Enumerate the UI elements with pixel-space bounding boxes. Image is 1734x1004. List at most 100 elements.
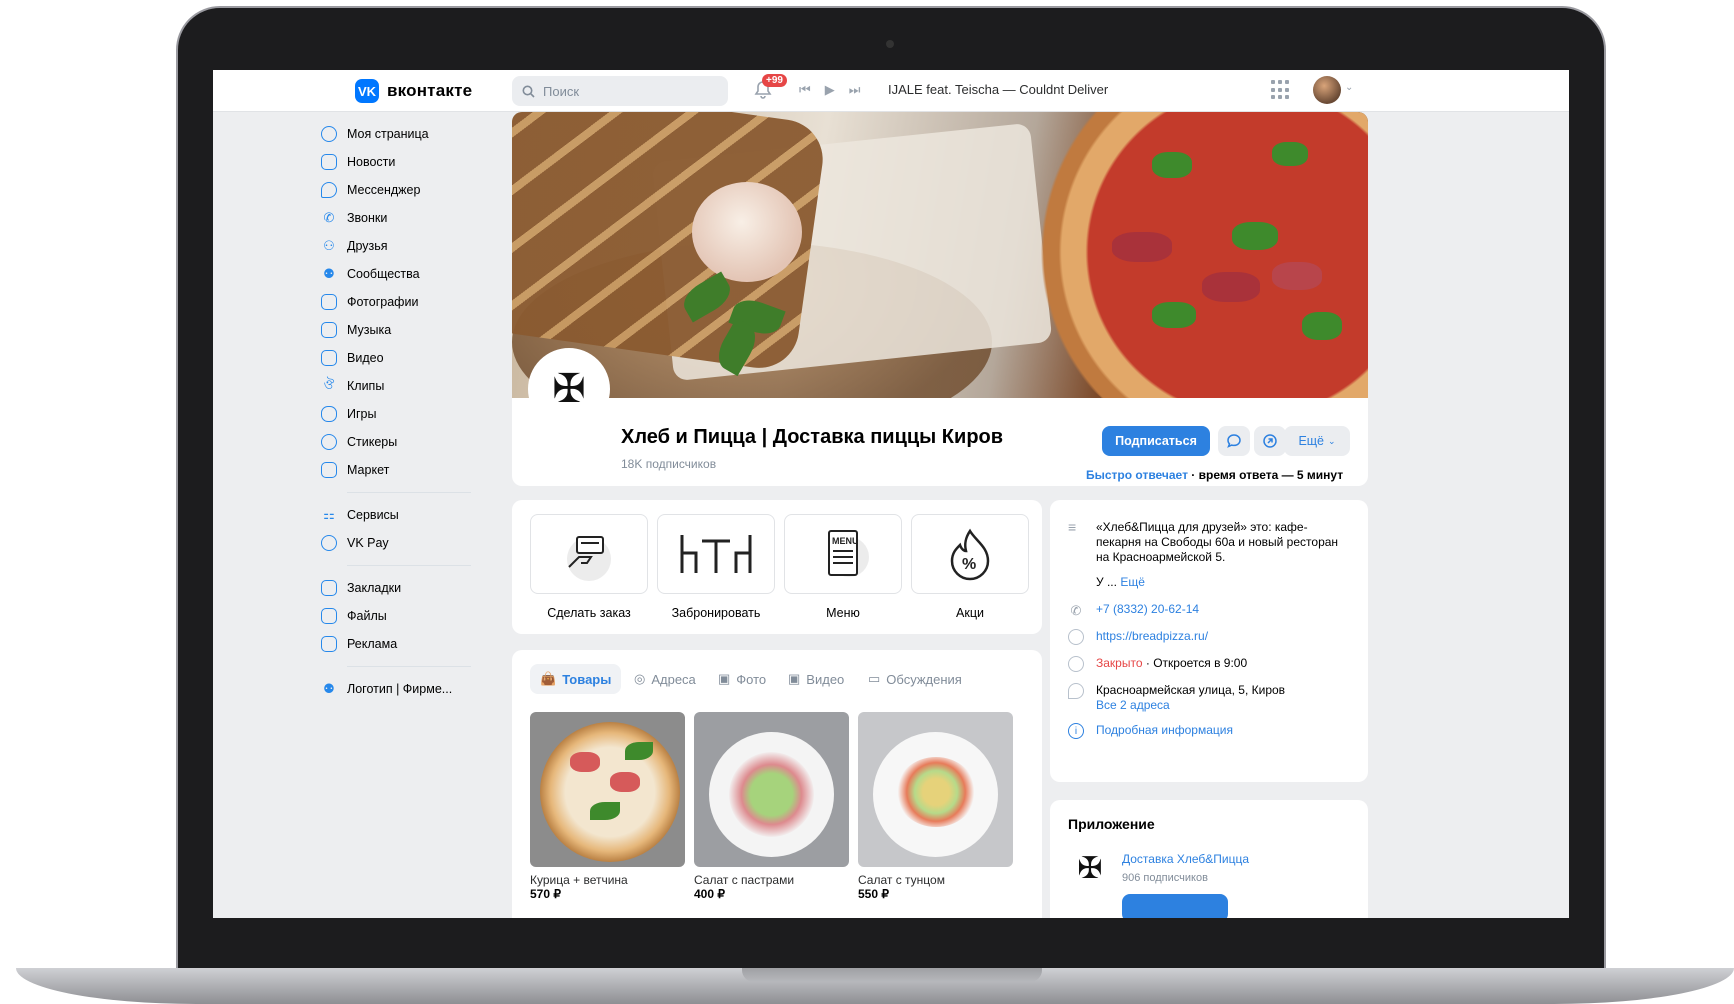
details-link[interactable]: Подробная информация: [1096, 723, 1233, 739]
previous-track-icon[interactable]: ⏮: [799, 82, 811, 98]
description: ≡ «Хлеб&Пицца для друзей» это: кафе-пека…: [1068, 520, 1348, 590]
sidebar-item-label: Реклама: [347, 637, 398, 651]
sidebar-item-games[interactable]: Игры: [321, 400, 471, 428]
search-input[interactable]: Поиск: [512, 76, 728, 106]
product-image: [694, 712, 849, 867]
sidebar-item-news[interactable]: Новости: [321, 148, 471, 176]
content-tabs-card: 👜 Товары ◎ Адреса ▣ Фото ▣ Видео ▭ Обсуждения…: [512, 650, 1042, 918]
communities-icon: ⚉: [323, 266, 335, 281]
sidebar-item-communities[interactable]: ⚉ Сообщества: [321, 260, 471, 288]
product-card[interactable]: Курица + ветчина 570 ₽: [530, 712, 685, 901]
action-order[interactable]: Сделать заказ: [530, 514, 648, 620]
sidebar-divider: [347, 565, 471, 566]
sidebar-item-stickers[interactable]: Стикеры: [321, 428, 471, 456]
gamepad-icon: [321, 406, 337, 422]
product-name: Салат с тунцом: [858, 873, 945, 887]
vk-logo[interactable]: VK вконтакте: [355, 79, 472, 103]
logo-text: вконтакте: [387, 81, 473, 100]
sidebar-item-vkpay[interactable]: VK Pay: [321, 529, 471, 557]
description-more-link[interactable]: Ещё: [1120, 575, 1145, 589]
share-button[interactable]: [1254, 426, 1286, 456]
all-addresses-link[interactable]: Все 2 адреса: [1096, 698, 1170, 712]
sidebar-item-files[interactable]: Файлы: [321, 602, 471, 630]
friends-icon: ⚇: [323, 238, 335, 253]
next-track-icon[interactable]: ⏭: [849, 82, 861, 98]
text-lines-icon: ≡: [1068, 519, 1077, 535]
clock-icon: [1068, 656, 1084, 672]
phone-link[interactable]: +7 (8332) 20-62-14: [1096, 602, 1199, 618]
sidebar-item-ads[interactable]: Реклама: [321, 630, 471, 658]
action-book[interactable]: Забронировать: [657, 514, 775, 620]
sidebar-item-services[interactable]: ⚏ Сервисы: [321, 501, 471, 529]
sidebar-item-label: Мессенджер: [347, 183, 421, 197]
svg-text:%: %: [962, 556, 976, 573]
product-card[interactable]: Салат с пастрами 400 ₽: [694, 712, 849, 901]
sidebar-item-label: Звонки: [347, 211, 388, 225]
status-opens: · Откроется в 9:00: [1145, 656, 1248, 670]
photo-icon: ▣: [718, 671, 731, 686]
group-avatar[interactable]: ✠: [528, 348, 610, 430]
product-price: 570 ₽: [530, 887, 561, 901]
page-title: Хлеб и Пицца | Доставка пиццы Киров: [621, 426, 1004, 448]
actions-card: Сделать заказ Забронировать MENU Меню % …: [512, 500, 1042, 634]
hours-row: Закрыто · Откроется в 9:00: [1068, 656, 1247, 672]
phone-row[interactable]: ✆ +7 (8332) 20-62-14: [1068, 602, 1200, 618]
product-image: [858, 712, 1013, 867]
details-row[interactable]: i Подробная информация: [1068, 723, 1233, 739]
sidebar-item-music[interactable]: Музыка: [321, 316, 471, 344]
tab-addresses[interactable]: ◎ Адреса: [624, 664, 706, 694]
action-label: Акци: [956, 606, 984, 620]
chevron-down-icon[interactable]: ⌄: [1345, 82, 1353, 93]
search-placeholder: Поиск: [543, 83, 580, 99]
tab-label: Адреса: [651, 671, 696, 687]
more-label: Ещё: [1298, 434, 1325, 448]
site-link[interactable]: https://breadpizza.ru/: [1096, 629, 1208, 645]
message-button[interactable]: [1218, 426, 1250, 456]
group-header-card: ✠ Хлеб и Пицца | Доставка пиццы Киров 18…: [512, 112, 1368, 486]
avatar[interactable]: [1313, 76, 1341, 104]
sidebar-item-video[interactable]: Видео: [321, 344, 471, 372]
apps-grid-icon[interactable]: [1271, 80, 1291, 100]
sidebar-item-logo-community[interactable]: ⚉ Логотип | Фирме...: [321, 675, 471, 703]
sidebar-item-friends[interactable]: ⚇ Друзья: [321, 232, 471, 260]
sidebar-item-label: Сообщества: [347, 267, 420, 281]
subscribers-label: подписчиков: [645, 457, 717, 471]
sidebar-item-calls[interactable]: ✆ Звонки: [321, 204, 471, 232]
app-open-button[interactable]: [1122, 894, 1228, 918]
sidebar-item-market[interactable]: Маркет: [321, 456, 471, 484]
tab-goods[interactable]: 👜 Товары: [530, 664, 622, 694]
sidebar-item-messenger[interactable]: Мессенджер: [321, 176, 471, 204]
tab-photos[interactable]: ▣ Фото: [708, 664, 776, 694]
notifications-badge: +99: [762, 74, 787, 87]
site-row[interactable]: https://breadpizza.ru/: [1068, 629, 1208, 645]
tab-discussions[interactable]: ▭ Обсуждения: [858, 664, 972, 694]
action-promo[interactable]: % Акци: [911, 514, 1029, 620]
current-track[interactable]: IJALE feat. Teischa — Couldnt Deliver: [888, 82, 1108, 97]
sidebar-item-label: VK Pay: [347, 536, 389, 550]
description-continuation: У ...: [1096, 575, 1117, 589]
photo-icon: [321, 294, 337, 310]
sidebar-item-my-page[interactable]: Моя страница: [321, 120, 471, 148]
sidebar-item-clips[interactable]: ঔ Клипы: [321, 372, 471, 400]
app-name-link[interactable]: Доставка Хлеб&Пицца: [1122, 852, 1249, 866]
tab-label: Фото: [736, 671, 767, 687]
sidebar-item-photos[interactable]: Фотографии: [321, 288, 471, 316]
play-icon[interactable]: ▶: [825, 82, 835, 98]
reply-fast-label: Быстро отвечает: [1086, 468, 1188, 482]
action-menu[interactable]: MENU Меню: [784, 514, 902, 620]
status-closed: Закрыто: [1096, 656, 1143, 670]
order-icon: [530, 514, 648, 594]
tab-label: Обсуждения: [886, 671, 962, 687]
share-icon: [1263, 434, 1277, 448]
search-icon: [522, 85, 535, 98]
tab-video[interactable]: ▣ Видео: [778, 664, 854, 694]
more-button[interactable]: Ещё ⌄: [1284, 426, 1350, 456]
sidebar-item-bookmarks[interactable]: Закладки: [321, 574, 471, 602]
subscribers-count[interactable]: 18K подписчиков: [621, 457, 716, 471]
phone-icon: ✆: [1070, 602, 1082, 618]
reply-info: Быстро отвечает · время ответа — 5 минут: [1086, 468, 1343, 482]
app-logo-icon[interactable]: ✠: [1068, 846, 1112, 890]
product-card[interactable]: Салат с тунцом 550 ₽: [858, 712, 1013, 901]
subscribe-button[interactable]: Подписаться: [1102, 426, 1210, 456]
phone-icon: ✆: [323, 210, 335, 225]
